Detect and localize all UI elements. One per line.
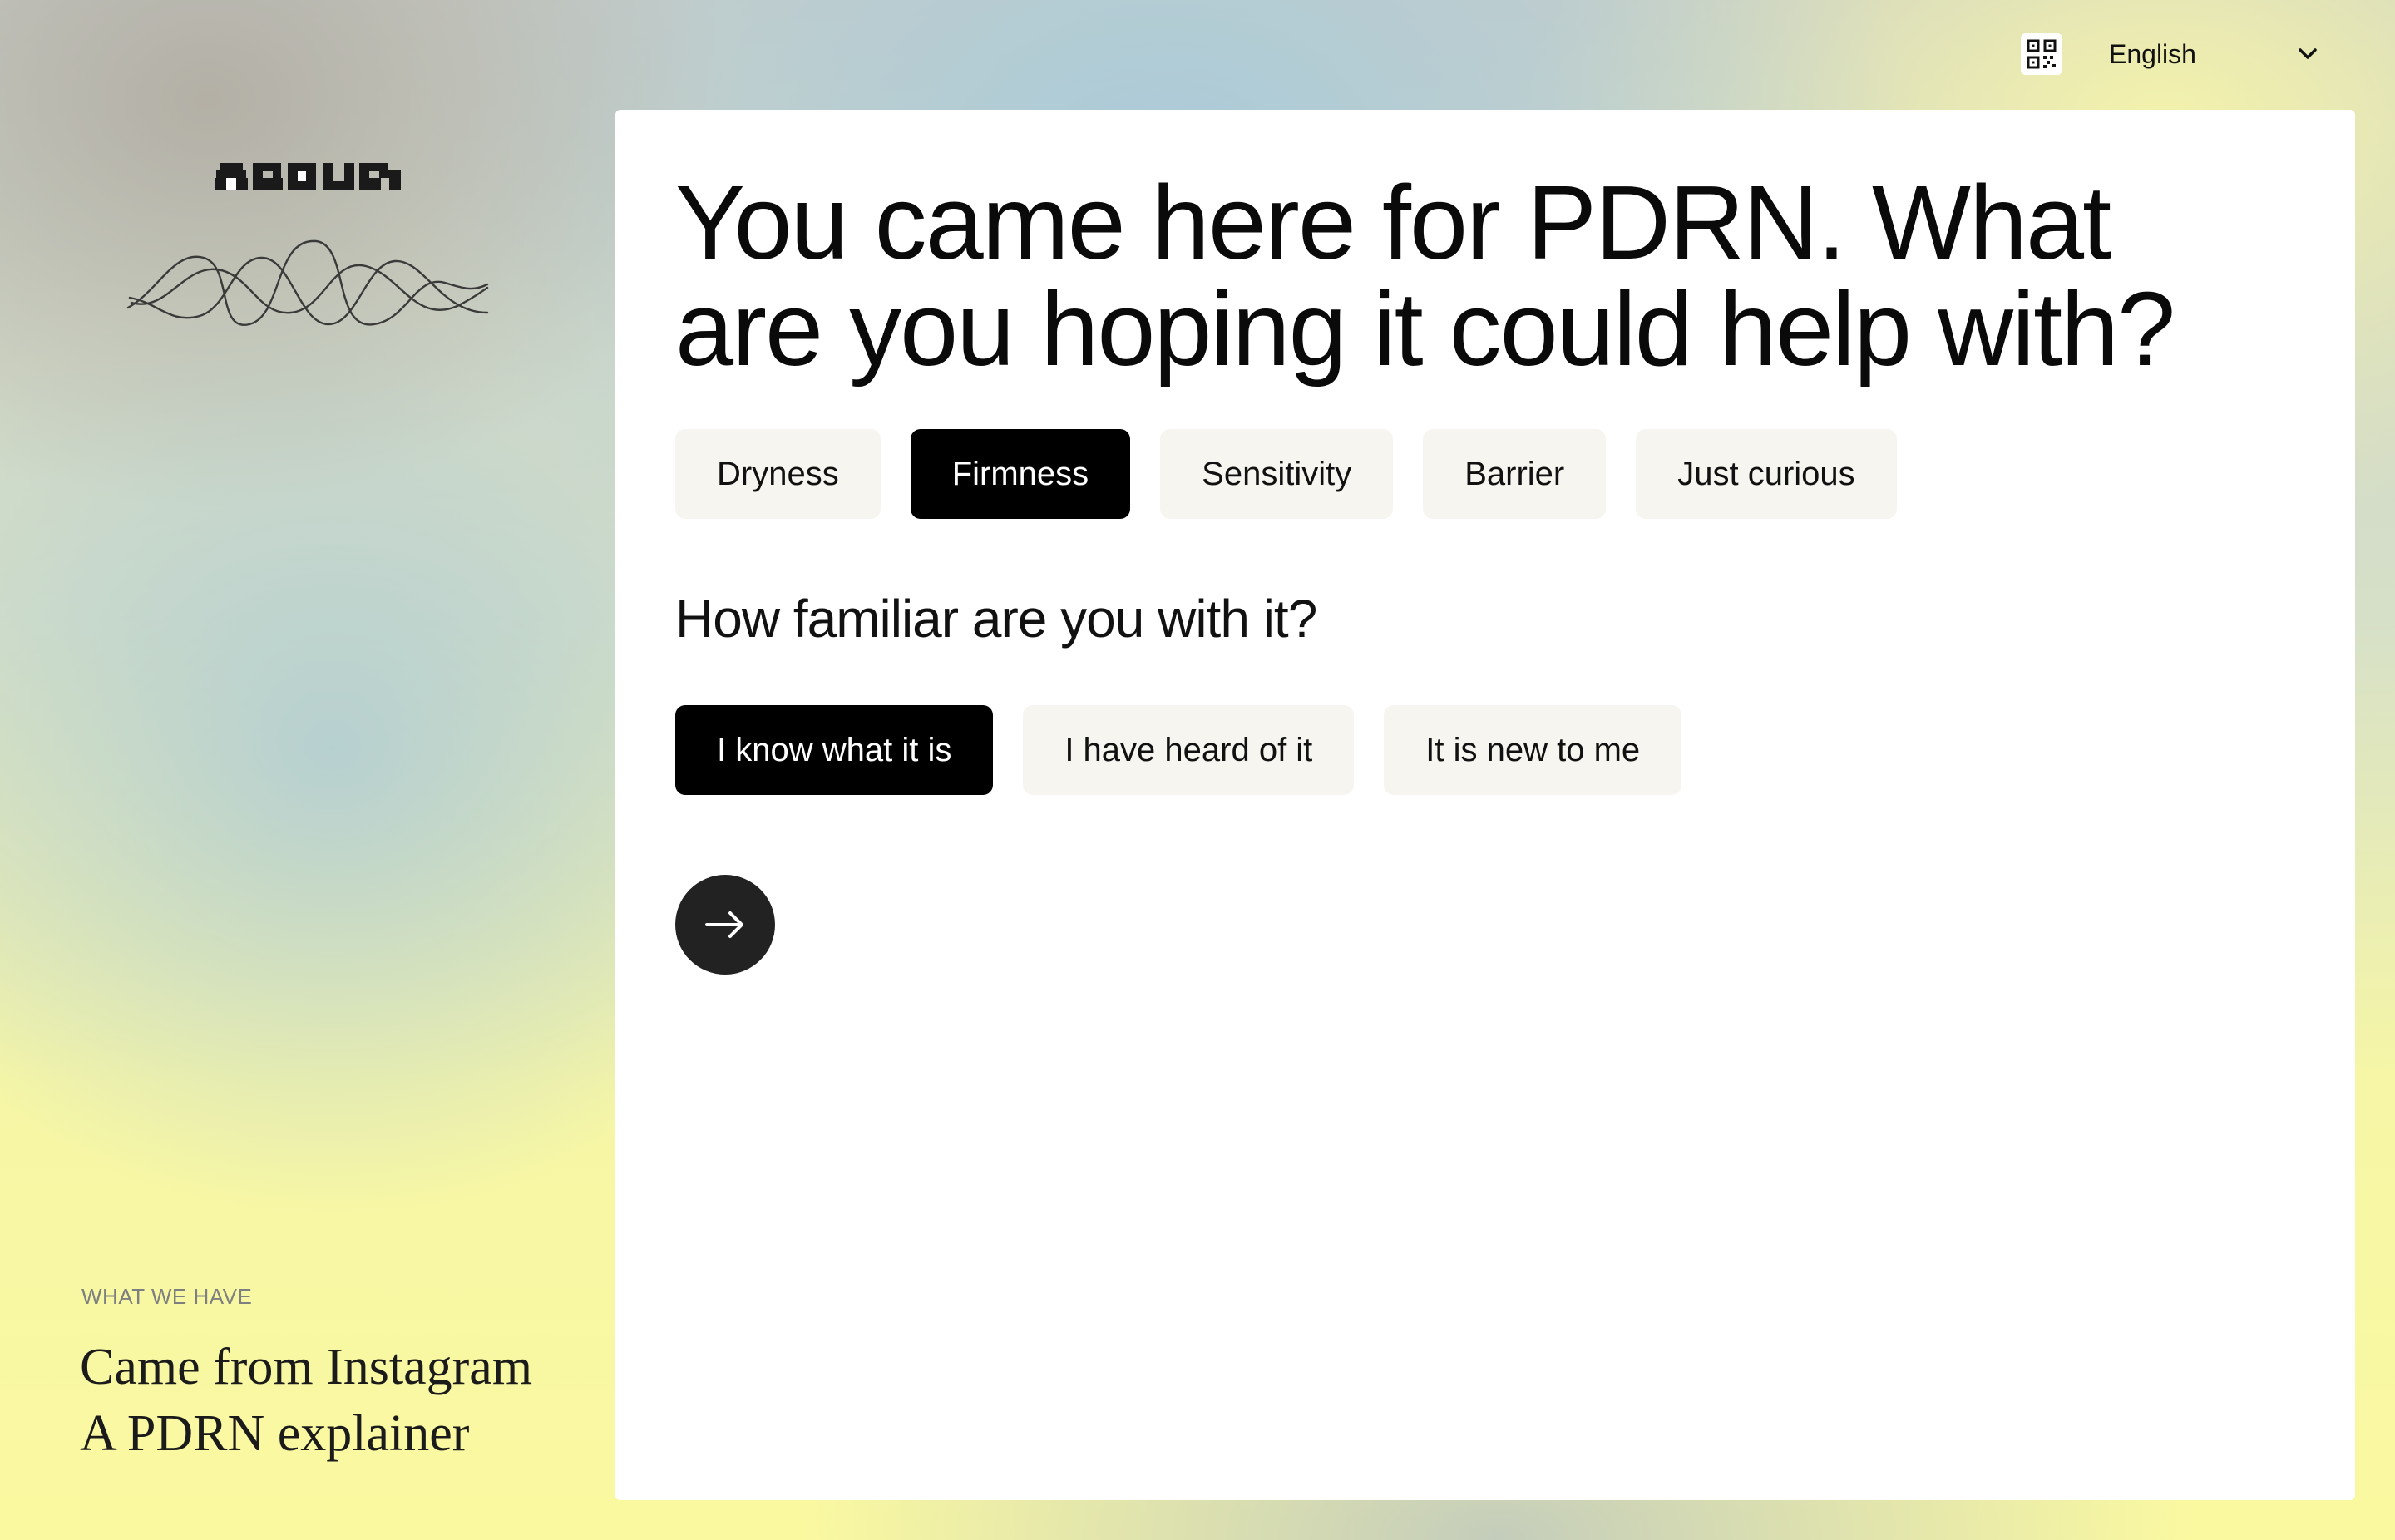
option-know-what-it-is[interactable]: I know what it is	[675, 705, 994, 795]
section-label: WHAT WE HAVE	[81, 1284, 253, 1309]
chevron-down-icon	[2299, 48, 2317, 59]
familiarity-options: I know what it is I have heard of it It …	[675, 705, 1682, 795]
quiz-card: You came here for PDRN. What are you hop…	[615, 110, 2355, 1500]
waveform-icon	[126, 239, 489, 326]
next-button[interactable]	[675, 875, 775, 975]
option-new-to-me[interactable]: It is new to me	[1384, 705, 1682, 795]
concern-options: Dryness Firmness Sensitivity Barrier Jus…	[675, 429, 1897, 519]
option-firmness[interactable]: Firmness	[910, 429, 1131, 519]
language-select[interactable]: English	[2109, 39, 2320, 70]
option-dryness[interactable]: Dryness	[675, 429, 881, 519]
option-just-curious[interactable]: Just curious	[1636, 429, 1897, 519]
language-label: English	[2109, 38, 2196, 69]
arrow-right-icon	[705, 911, 743, 938]
option-barrier[interactable]: Barrier	[1423, 429, 1607, 519]
story-line-1: Came from Instagram	[80, 1339, 533, 1395]
option-heard-of-it[interactable]: I have heard of it	[1023, 705, 1355, 795]
brand-logo	[215, 163, 401, 190]
top-bar: English	[2021, 33, 2320, 75]
qr-code-icon	[2027, 39, 2057, 69]
question-headline: You came here for PDRN. What are you hop…	[675, 164, 2175, 387]
story-title[interactable]: Came from Instagram A PDRN explainer	[80, 1334, 532, 1467]
story-line-2: A PDRN explainer	[80, 1405, 470, 1462]
familiarity-question: How familiar are you with it?	[675, 589, 1317, 649]
option-sensitivity[interactable]: Sensitivity	[1160, 429, 1394, 519]
qr-code-button[interactable]	[2021, 33, 2062, 75]
